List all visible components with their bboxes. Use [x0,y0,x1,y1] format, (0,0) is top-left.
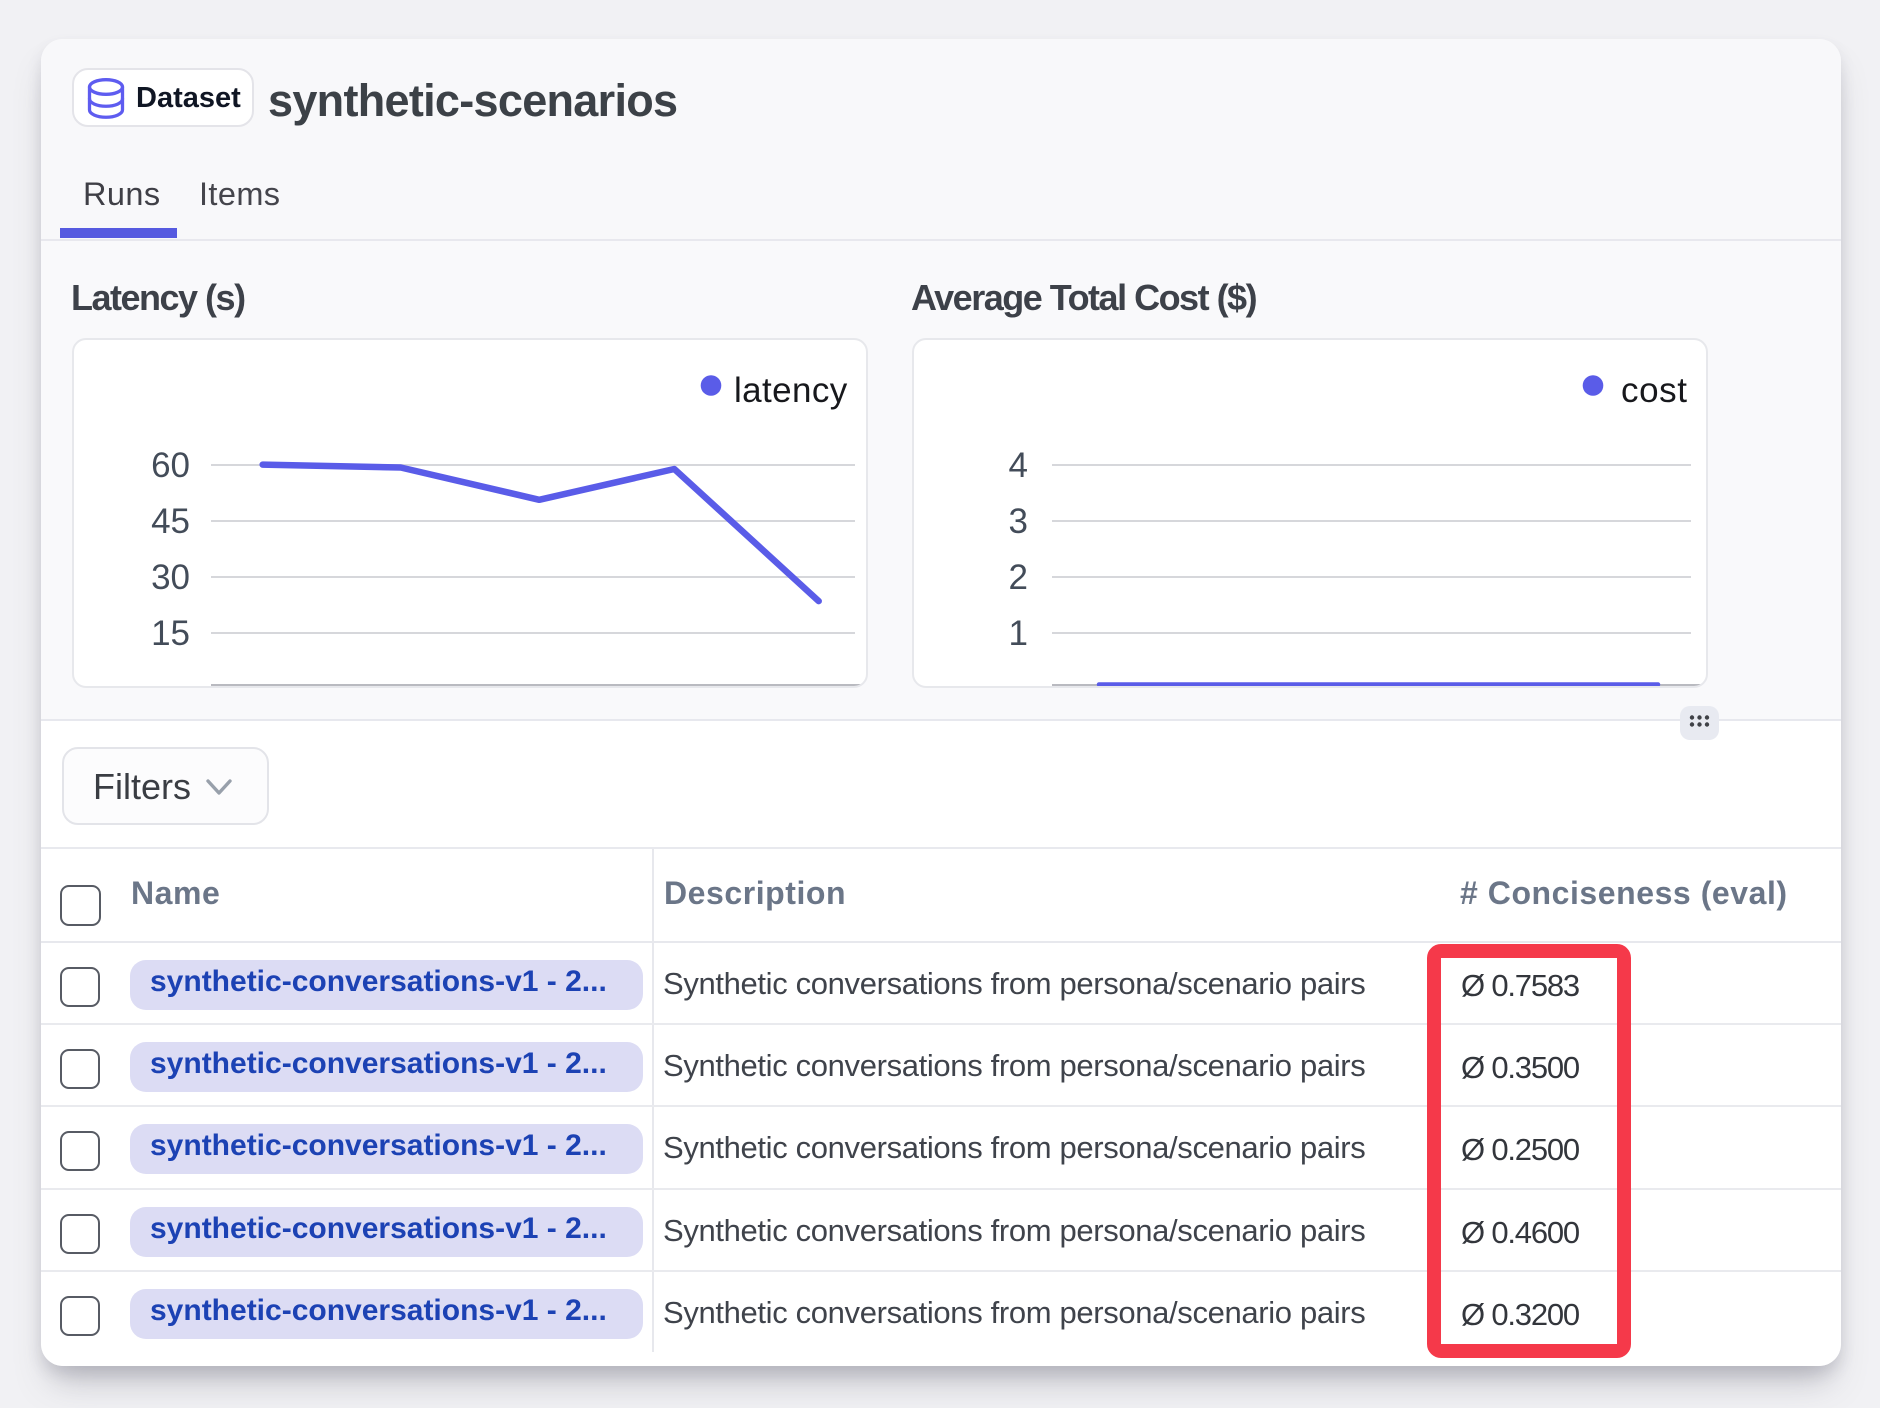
svg-text:60: 60 [151,446,190,485]
svg-text:3: 3 [1009,502,1028,541]
svg-text:15: 15 [151,614,190,653]
svg-text:2: 2 [1009,558,1028,597]
svg-text:latency: latency [734,371,848,410]
svg-text:4: 4 [1009,446,1028,485]
svg-text:30: 30 [151,558,190,597]
svg-text:45: 45 [151,502,190,541]
svg-text:1: 1 [1009,614,1028,653]
svg-text:cost: cost [1621,371,1688,410]
